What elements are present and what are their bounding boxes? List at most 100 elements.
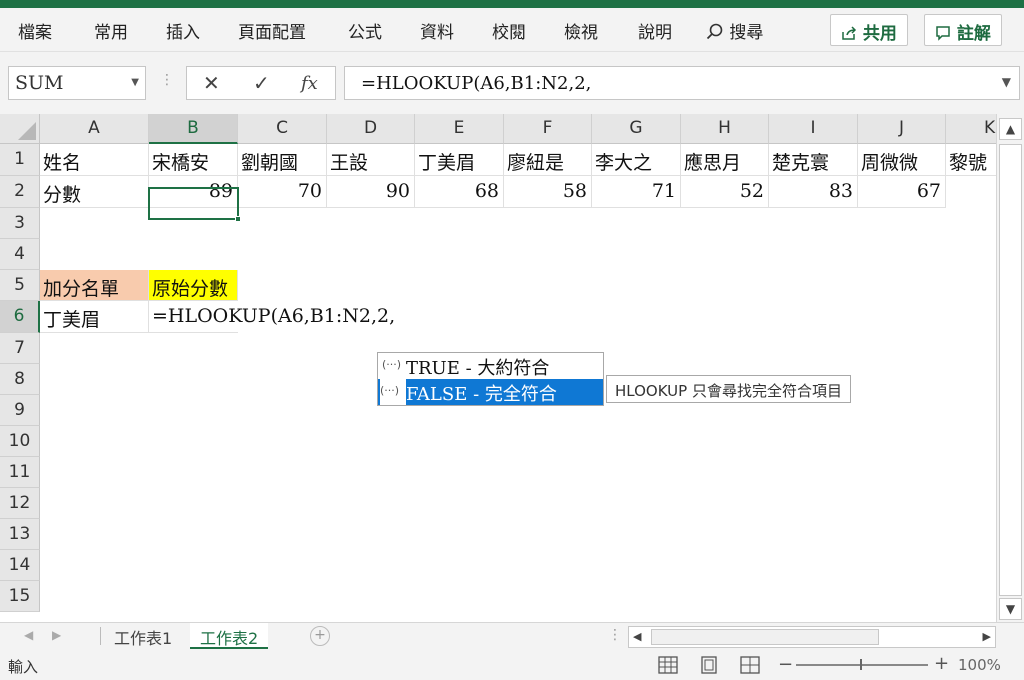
column-header[interactable]: E	[415, 114, 504, 144]
row-header[interactable]: 1	[0, 144, 40, 176]
column-header[interactable]: F	[504, 114, 592, 144]
column-header[interactable]: D	[327, 114, 415, 144]
tab-file[interactable]: 檔案	[18, 18, 52, 43]
scroll-thumb[interactable]	[999, 144, 1022, 596]
scroll-down-icon[interactable]: ▼	[999, 598, 1022, 620]
column-header[interactable]: G	[592, 114, 681, 144]
row-header[interactable]: 14	[0, 550, 40, 581]
zoom-out-icon[interactable]: −	[778, 654, 793, 675]
autocomplete-item-false[interactable]: (···) FALSE - 完全符合	[378, 379, 603, 405]
cell-f1[interactable]: 廖紐是	[504, 144, 592, 176]
zoom-slider[interactable]	[796, 664, 928, 666]
cell-e1[interactable]: 丁美眉	[415, 144, 504, 176]
cell-a5[interactable]: 加分名單	[40, 270, 149, 301]
tab-view[interactable]: 檢視	[564, 18, 598, 43]
column-header[interactable]: H	[681, 114, 769, 144]
scroll-left-icon[interactable]: ◀	[633, 630, 641, 643]
add-sheet-button[interactable]: +	[310, 626, 330, 646]
chevron-down-icon[interactable]: ▼	[131, 77, 139, 88]
cell-h1[interactable]: 應思月	[681, 144, 769, 176]
cancel-icon[interactable]: ✕	[203, 71, 220, 95]
cell-f2[interactable]: 58	[504, 176, 592, 208]
sheet-tab-2[interactable]: 工作表2	[190, 623, 269, 649]
insert-function-icon[interactable]: fx	[301, 73, 318, 94]
formula-text: =HLOOKUP(A6,B1:N2,2,	[361, 73, 592, 94]
row-header[interactable]: 7	[0, 333, 40, 364]
column-header[interactable]: C	[238, 114, 327, 144]
cell-d1[interactable]: 王設	[327, 144, 415, 176]
tab-page-layout[interactable]: 頁面配置	[238, 18, 306, 43]
autocomplete-item-true[interactable]: (···) TRUE - 大約符合	[378, 353, 603, 379]
cell-j1[interactable]: 周微微	[858, 144, 946, 176]
page-break-view-icon[interactable]	[740, 656, 760, 674]
comments-button[interactable]: 註解	[924, 14, 1002, 46]
share-button[interactable]: 共用	[830, 14, 908, 46]
cell-j2[interactable]: 67	[858, 176, 946, 208]
select-all-corner[interactable]	[0, 114, 40, 144]
column-header[interactable]: J	[858, 114, 946, 144]
tab-help[interactable]: 說明	[638, 18, 672, 43]
next-sheet-icon[interactable]: ▶	[52, 628, 61, 642]
column-header[interactable]: A	[40, 114, 149, 144]
page-layout-view-icon[interactable]	[700, 656, 718, 674]
scroll-thumb[interactable]	[651, 629, 879, 645]
fill-handle[interactable]	[235, 216, 241, 222]
cell-b2[interactable]: 89	[149, 176, 238, 208]
tab-review[interactable]: 校閱	[492, 18, 526, 43]
zoom-level[interactable]: 100%	[958, 656, 1001, 674]
vertical-scrollbar[interactable]: ▲ ▼	[996, 114, 1024, 622]
cell-a2[interactable]: 分數	[40, 176, 149, 208]
enter-icon[interactable]: ✓	[253, 71, 270, 95]
cell-a1[interactable]: 姓名	[40, 144, 149, 176]
formula-input[interactable]: =HLOOKUP(A6,B1:N2,2, ▼	[344, 66, 1020, 100]
row-header[interactable]: 15	[0, 581, 40, 612]
normal-view-icon[interactable]	[658, 656, 678, 674]
cell-d2[interactable]: 90	[327, 176, 415, 208]
zoom-slider-thumb[interactable]	[860, 659, 862, 670]
cell-b6[interactable]: =HLOOKUP(A6,B1:N2,2,	[149, 301, 395, 333]
row-header[interactable]: 9	[0, 395, 40, 426]
tab-home[interactable]: 常用	[94, 18, 128, 43]
row-header[interactable]: 6	[0, 301, 40, 333]
cell-h2[interactable]: 52	[681, 176, 769, 208]
cell-c1[interactable]: 劉朝國	[238, 144, 327, 176]
cell-b1[interactable]: 宋橋安	[149, 144, 238, 176]
cell-b5[interactable]: 原始分數	[149, 270, 238, 301]
autocomplete-list[interactable]: (···) TRUE - 大約符合 (···) FALSE - 完全符合	[377, 352, 604, 406]
expand-formula-icon[interactable]: ▼	[1002, 75, 1011, 89]
prev-sheet-icon[interactable]: ◀	[24, 628, 33, 642]
row-header[interactable]: 2	[0, 176, 40, 208]
tab-data[interactable]: 資料	[420, 18, 454, 43]
column-header[interactable]: B	[149, 114, 238, 144]
scroll-up-icon[interactable]: ▲	[999, 118, 1022, 140]
tab-insert[interactable]: 插入	[166, 18, 200, 43]
cell-i2[interactable]: 83	[769, 176, 858, 208]
horizontal-scrollbar[interactable]: ◀ ▶	[628, 626, 996, 648]
cell-c2[interactable]: 70	[238, 176, 327, 208]
zoom-in-icon[interactable]: +	[934, 653, 949, 674]
row-header[interactable]: 4	[0, 239, 40, 270]
tab-formulas[interactable]: 公式	[348, 18, 382, 43]
sheet-tab-1[interactable]: 工作表1	[104, 623, 182, 649]
row-header[interactable]: 12	[0, 488, 40, 519]
row-header[interactable]: 11	[0, 457, 40, 488]
row-header[interactable]: 8	[0, 364, 40, 395]
cell-g2[interactable]: 71	[592, 176, 681, 208]
search-box[interactable]: 搜尋	[706, 18, 763, 43]
name-box[interactable]: SUM ▼	[8, 66, 146, 100]
splitter-dots-icon[interactable]: ⋮	[160, 72, 174, 88]
argument-icon: (···)	[380, 379, 406, 405]
row-header[interactable]: 3	[0, 208, 40, 239]
cell-g1[interactable]: 李大之	[592, 144, 681, 176]
cell-i1[interactable]: 楚克寰	[769, 144, 858, 176]
row-header[interactable]: 5	[0, 270, 40, 301]
row-header[interactable]: 13	[0, 519, 40, 550]
splitter-dots-icon[interactable]: ⋮	[608, 627, 622, 643]
cell-e2[interactable]: 68	[415, 176, 504, 208]
cell-a6[interactable]: 丁美眉	[40, 301, 149, 333]
cell-k1[interactable]: 黎號	[946, 144, 996, 176]
column-header[interactable]: I	[769, 114, 858, 144]
scroll-right-icon[interactable]: ▶	[983, 630, 991, 643]
column-header[interactable]: K	[946, 114, 996, 144]
row-header[interactable]: 10	[0, 426, 40, 457]
